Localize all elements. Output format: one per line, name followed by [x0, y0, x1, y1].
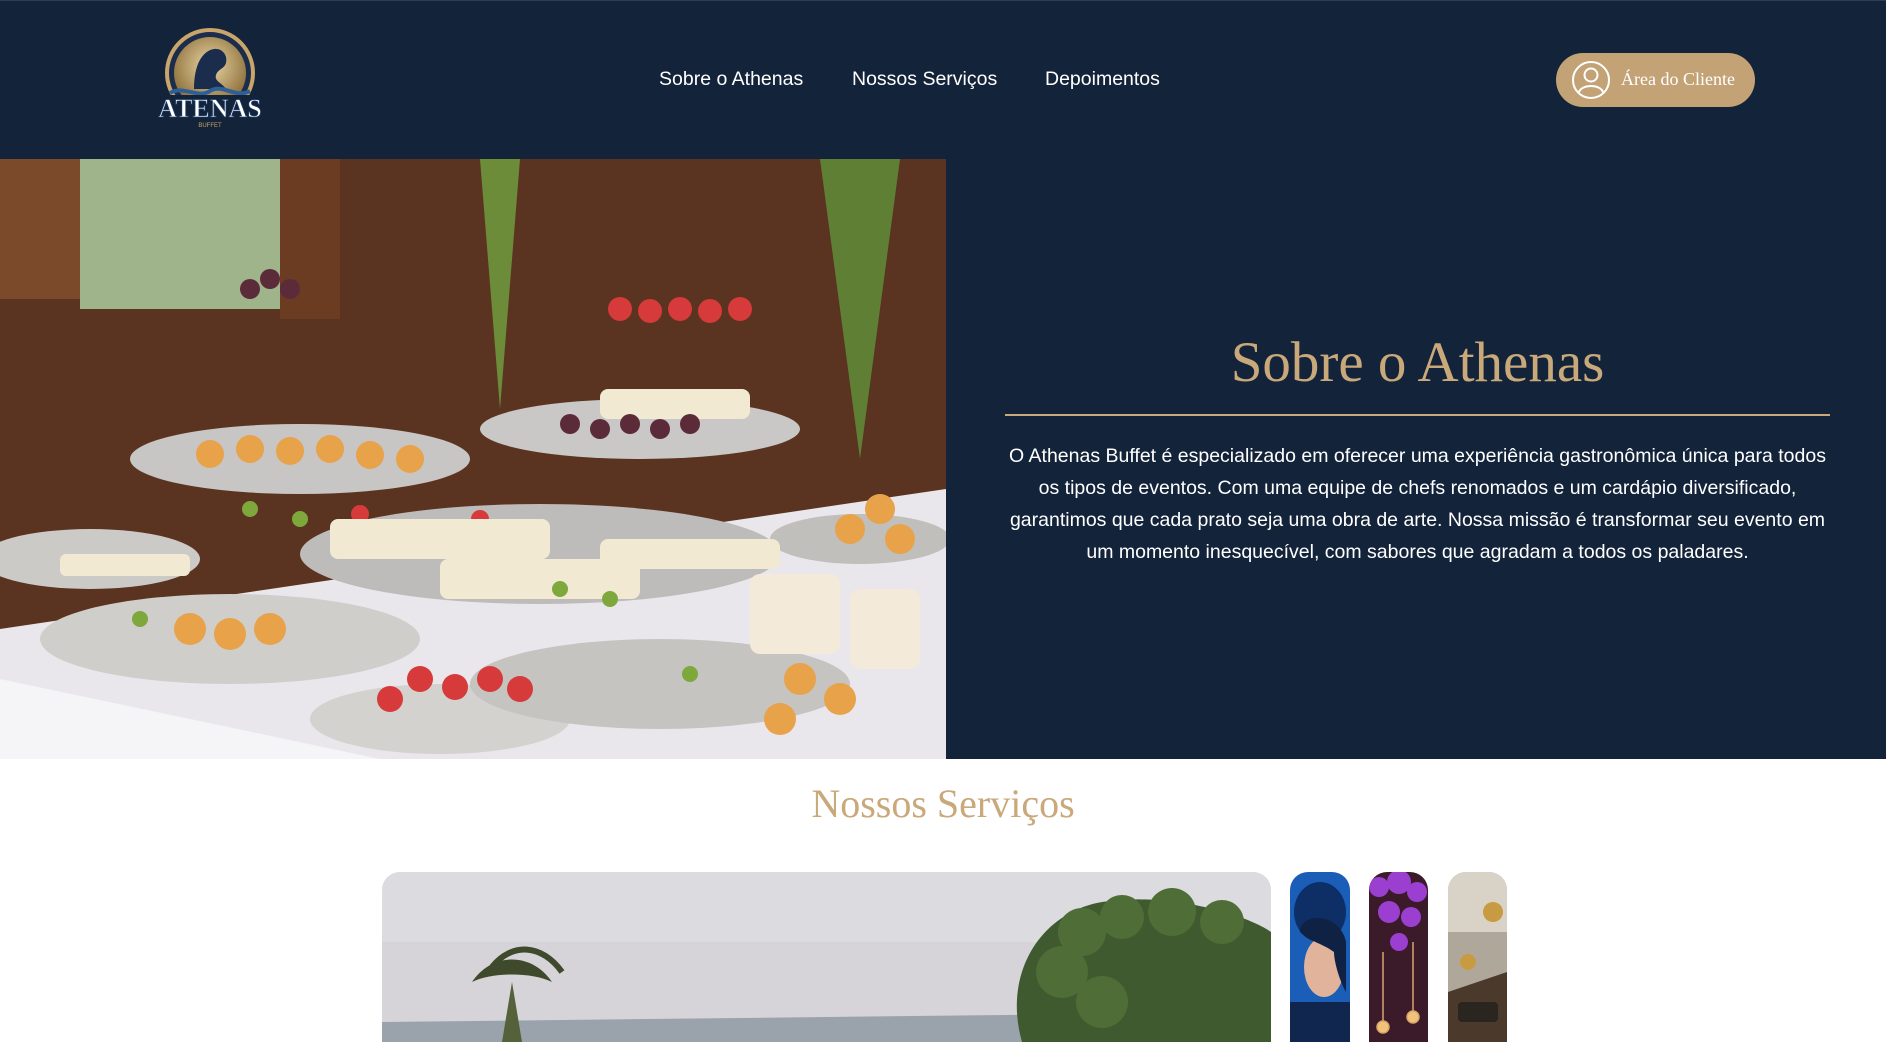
logo-text: ATENAS: [158, 94, 262, 123]
about-divider: [1005, 414, 1830, 416]
buffet-photo: [0, 159, 946, 759]
flower-decor-photo: [1369, 872, 1428, 1042]
logo-subtext: BUFFET: [198, 123, 222, 129]
service-card-active[interactable]: [382, 872, 1271, 1042]
services-title: Nossos Serviços: [811, 781, 1075, 826]
service-card-thumb-3[interactable]: [1448, 872, 1507, 1042]
site-header: ATENAS BUFFET Sobre o Athenas Nossos Ser…: [0, 0, 1886, 159]
nav-item-depoimentos[interactable]: Depoimentos: [1045, 68, 1160, 91]
user-circle-icon: [1572, 61, 1610, 99]
about-title: Sobre o Athenas: [1230, 331, 1605, 394]
table-setting-photo: [1448, 872, 1507, 1042]
about-description: O Athenas Buffet é especializado em ofer…: [1009, 445, 1826, 563]
guest-portrait-photo: [1290, 872, 1350, 1042]
about-section: Sobre o Athenas O Athenas Buffet é espec…: [0, 159, 1886, 759]
nav-item-sobre[interactable]: Sobre o Athenas: [659, 68, 803, 91]
service-card-thumb-1[interactable]: [1290, 872, 1350, 1042]
client-area-button[interactable]: Área do Cliente: [1556, 53, 1755, 107]
client-area-label: Área do Cliente: [1621, 69, 1735, 89]
outdoor-venue-photo: [382, 872, 1271, 1042]
nav-item-servicos[interactable]: Nossos Serviços: [852, 68, 997, 91]
service-card-thumb-2[interactable]: [1369, 872, 1428, 1042]
